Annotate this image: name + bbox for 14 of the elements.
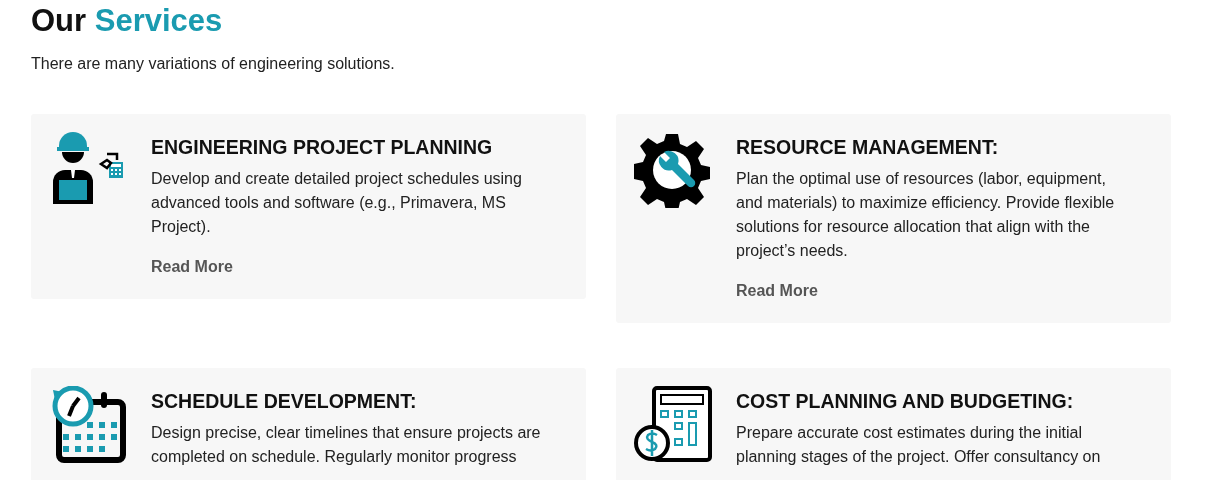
service-title: SCHEDULE DEVELOPMENT:: [151, 389, 418, 414]
service-description: Plan the optimal use of resources (labor, equipment, and materials) to maximize efficiency. Provide flexible solutions for resource allocation that align with the project’s needs.: [736, 169, 1116, 261]
service-title: COST PLANNING AND BUDGETING:: [736, 389, 1075, 414]
calculator-dollar-icon: [634, 386, 712, 464]
service-description: Design precise, clear timelines that ensure projects are completed on schedule. Regularly monitor progress: [151, 423, 542, 467]
read-more-link[interactable]: Read More: [736, 279, 818, 303]
service-title: RESOURCE MANAGEMENT:: [736, 135, 1000, 160]
read-more-link[interactable]: Read More: [151, 255, 233, 279]
service-title: ENGINEERING PROJECT PLANNING: [151, 135, 494, 160]
gear-wrench-icon: [634, 132, 710, 208]
section-subtitle: There are many variations of engineering solutions.: [31, 54, 396, 74]
service-description: Prepare accurate cost estimates during the initial planning stages of the project. Offer consultancy on: [736, 423, 1102, 467]
section-heading: Our Services: [31, 2, 224, 40]
service-description: Develop and create detailed project schedules using advanced tools and software (e.g., Primavera, MS Project).: [151, 169, 523, 237]
